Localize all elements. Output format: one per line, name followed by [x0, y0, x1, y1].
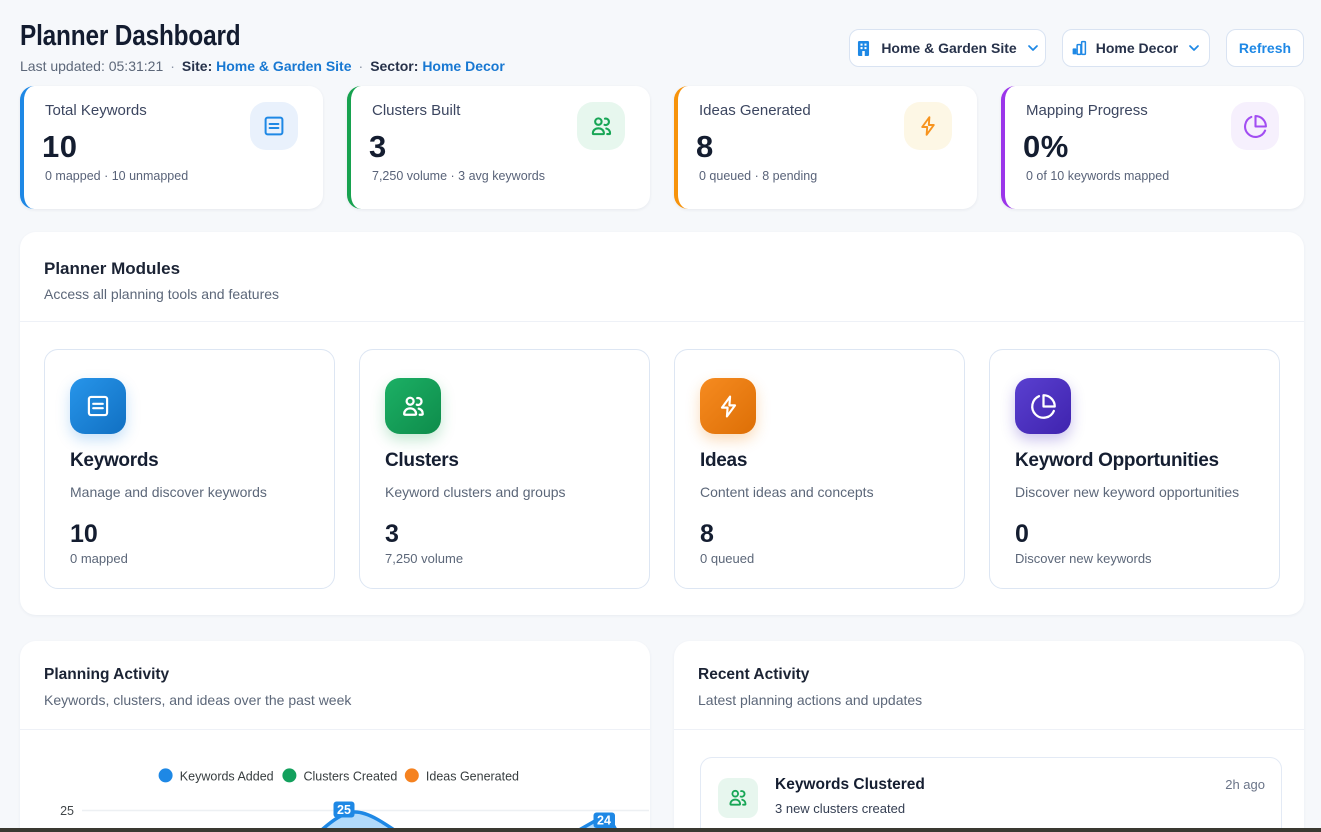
svg-text:Keywords Added: Keywords Added: [180, 769, 274, 783]
svg-text:24: 24: [597, 814, 611, 828]
svg-text:Clusters Created: Clusters Created: [304, 769, 398, 783]
svg-text:25: 25: [337, 803, 351, 817]
svg-text:Ideas Generated: Ideas Generated: [426, 769, 519, 783]
svg-text:25: 25: [60, 804, 74, 818]
